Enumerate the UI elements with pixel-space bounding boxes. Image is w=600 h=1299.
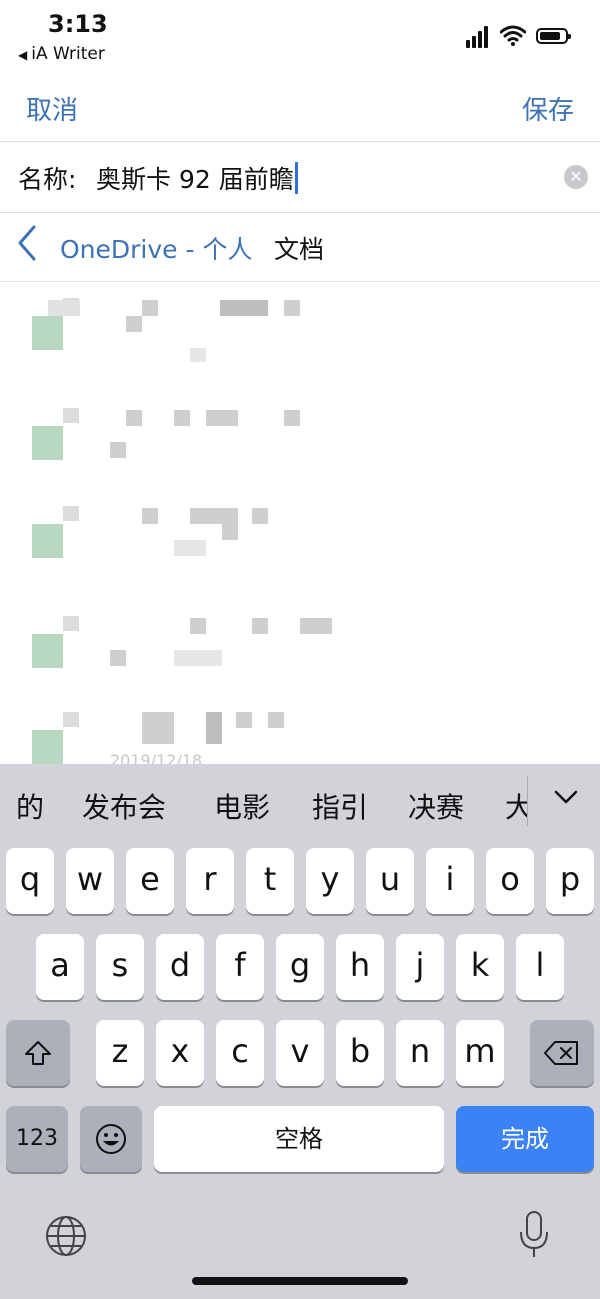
- numbers-key[interactable]: 123: [6, 1106, 68, 1172]
- backspace-icon: [544, 1041, 578, 1065]
- key-p[interactable]: p: [546, 848, 594, 914]
- wifi-icon: [500, 25, 526, 46]
- status-bar: 3:13 ◀ iA Writer: [0, 0, 600, 75]
- key-w[interactable]: w: [66, 848, 114, 914]
- candidate-word[interactable]: 大: [505, 786, 527, 826]
- key-t[interactable]: t: [246, 848, 294, 914]
- back-to-app-link[interactable]: ◀ iA Writer: [18, 44, 105, 64]
- breadcrumb-current-folder: 文档: [274, 235, 325, 264]
- spreadsheet-file-icon: [32, 298, 79, 350]
- key-j[interactable]: j: [396, 934, 444, 1000]
- chevron-left-icon[interactable]: [14, 223, 44, 263]
- key-l[interactable]: l: [516, 934, 564, 1000]
- microphone-icon[interactable]: [516, 1210, 552, 1260]
- chevron-down-icon[interactable]: [553, 786, 579, 808]
- key-n[interactable]: n: [396, 1020, 444, 1086]
- candidate-word[interactable]: 发布会: [82, 786, 166, 826]
- spreadsheet-file-icon: [32, 408, 79, 460]
- save-button[interactable]: 保存: [522, 90, 574, 127]
- key-c[interactable]: c: [216, 1020, 264, 1086]
- key-k[interactable]: k: [456, 934, 504, 1000]
- key-g[interactable]: g: [276, 934, 324, 1000]
- emoji-key[interactable]: [80, 1106, 142, 1172]
- breadcrumb: OneDrive - 个人 文档: [0, 213, 600, 282]
- back-app-name: iA Writer: [31, 44, 105, 64]
- key-b[interactable]: b: [336, 1020, 384, 1086]
- key-f[interactable]: f: [216, 934, 264, 1000]
- candidate-word[interactable]: 的: [16, 786, 44, 826]
- candidate-word[interactable]: 电影: [214, 786, 270, 826]
- file-list-item[interactable]: [0, 600, 600, 710]
- candidate-bar: 的 发布会 电影 指引 决赛 大: [0, 764, 600, 840]
- battery-icon: [536, 28, 571, 44]
- file-name-label: 名称:: [18, 165, 77, 194]
- key-q[interactable]: q: [6, 848, 54, 914]
- file-name-input[interactable]: 奥斯卡 92 届前瞻: [96, 160, 298, 196]
- candidate-word[interactable]: 指引: [312, 786, 368, 826]
- file-name-row: 名称: 奥斯卡 92 届前瞻 ✕: [0, 142, 600, 213]
- key-u[interactable]: u: [366, 848, 414, 914]
- space-key[interactable]: 空格: [154, 1106, 444, 1172]
- key-m[interactable]: m: [456, 1020, 504, 1086]
- key-v[interactable]: v: [276, 1020, 324, 1086]
- spreadsheet-file-icon: [32, 616, 79, 668]
- keyboard: 的 发布会 电影 指引 决赛 大 q w e r t y u i o p a s…: [0, 764, 600, 1299]
- done-key[interactable]: 完成: [456, 1106, 594, 1172]
- key-e[interactable]: e: [126, 848, 174, 914]
- file-list: 2019/12/18: [0, 282, 600, 764]
- key-z[interactable]: z: [96, 1020, 144, 1086]
- home-indicator[interactable]: [192, 1277, 408, 1285]
- key-d[interactable]: d: [156, 934, 204, 1000]
- spreadsheet-file-icon: [32, 712, 79, 764]
- breadcrumb-parent-link[interactable]: OneDrive - 个人: [60, 230, 252, 266]
- key-h[interactable]: h: [336, 934, 384, 1000]
- clock: 3:13: [48, 10, 108, 38]
- file-list-item[interactable]: [0, 490, 600, 600]
- shift-key[interactable]: [6, 1020, 70, 1086]
- file-name-value: 奥斯卡 92 届前瞻: [96, 165, 294, 194]
- key-y[interactable]: y: [306, 848, 354, 914]
- system-icons: [466, 24, 576, 52]
- key-x[interactable]: x: [156, 1020, 204, 1086]
- cancel-button[interactable]: 取消: [26, 90, 78, 127]
- globe-icon[interactable]: [44, 1214, 88, 1258]
- key-i[interactable]: i: [426, 848, 474, 914]
- candidate-word[interactable]: 决赛: [408, 786, 464, 826]
- spreadsheet-file-icon: [32, 506, 79, 558]
- file-modified-date: 2019/12/18: [110, 751, 203, 764]
- shift-arrow-icon: [25, 1041, 51, 1065]
- file-list-item[interactable]: 2019/12/18: [0, 696, 600, 764]
- cellular-signal-icon: [466, 26, 490, 48]
- key-r[interactable]: r: [186, 848, 234, 914]
- clear-text-icon[interactable]: ✕: [564, 165, 588, 189]
- key-o[interactable]: o: [486, 848, 534, 914]
- emoji-smiley-icon: [96, 1124, 126, 1154]
- candidate-divider: [527, 776, 528, 826]
- nav-bar: 取消 保存: [0, 75, 600, 142]
- key-a[interactable]: a: [36, 934, 84, 1000]
- key-s[interactable]: s: [96, 934, 144, 1000]
- file-list-item[interactable]: [0, 392, 600, 502]
- back-triangle-icon: ◀: [18, 48, 28, 62]
- backspace-key[interactable]: [530, 1020, 594, 1086]
- file-list-item[interactable]: [0, 282, 600, 392]
- text-caret: [294, 162, 298, 194]
